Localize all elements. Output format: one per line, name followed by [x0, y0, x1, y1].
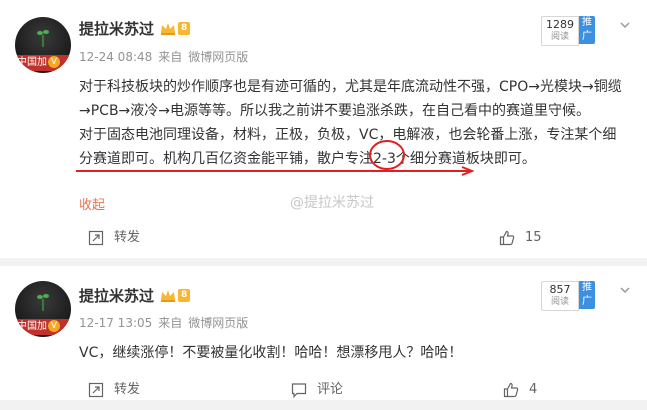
- sprout-icon: [37, 30, 49, 47]
- level-badge[interactable]: 8: [178, 22, 191, 35]
- comment-label: 评论: [317, 382, 344, 397]
- avatar-ribbon: 中国加 V: [15, 55, 71, 71]
- read-count-box: 857 阅读: [541, 281, 579, 311]
- promote-button[interactable]: 推广: [579, 16, 595, 44]
- thumbs-up-icon: [499, 230, 515, 246]
- weibo-post-card: 中国加 V 提拉米苏过 8 12-24 08:48 来自 微博网页版 1289 阅读 …: [0, 0, 647, 258]
- comment-icon: [291, 383, 307, 398]
- like-count: 4: [529, 382, 538, 397]
- action-bar: 转发 评论 4: [0, 370, 647, 410]
- weibo-post-card: 中国加 V 提拉米苏过 8 12-17 13:05 来自 微博网页版 857 阅读 推…: [0, 266, 647, 400]
- post-content: VC，继续涨停！不要被量化收割！哈哈！想漂移甩人？哈哈！: [79, 341, 624, 365]
- post-source[interactable]: 微博网页版: [188, 316, 248, 330]
- source-prefix: 来自: [158, 316, 183, 330]
- repost-button[interactable]: 转发: [88, 380, 158, 400]
- read-count: 857: [549, 283, 571, 296]
- post-source[interactable]: 微博网页版: [188, 50, 248, 64]
- repost-icon: [88, 382, 104, 398]
- post-paragraph: 对于固态电池同理设备，材料，正极，负极，VC，电解液，也会轮番上涨，专注某个细分…: [79, 127, 617, 167]
- username[interactable]: 提拉米苏过: [79, 18, 154, 39]
- level-badge[interactable]: 8: [178, 289, 191, 302]
- avatar-ribbon-text: 中国加: [17, 321, 47, 332]
- post-meta: 12-24 08:48 来自 微博网页版: [79, 48, 254, 65]
- read-count: 1289: [546, 18, 574, 31]
- post-paragraph: VC，继续涨停！不要被量化收割！哈哈！想漂移甩人？哈哈！: [79, 345, 463, 361]
- thumbs-up-icon: [503, 382, 519, 398]
- avatar-ribbon-text: 中国加: [17, 57, 47, 68]
- repost-label: 转发: [114, 230, 141, 245]
- like-count: 15: [525, 230, 542, 245]
- fold-link[interactable]: 收起: [79, 194, 105, 213]
- like-button[interactable]: 15: [499, 228, 559, 248]
- action-bar: 转发 15: [0, 218, 647, 258]
- level-value: 8: [181, 290, 188, 300]
- promote-label: 推广: [582, 282, 592, 307]
- avatar[interactable]: 中国加 V: [15, 17, 71, 73]
- avatar-ribbon: 中国加 V: [15, 319, 71, 335]
- verified-badge-icon: V: [48, 56, 60, 68]
- chevron-down-icon[interactable]: [620, 20, 630, 30]
- promote-label: 推广: [582, 17, 592, 42]
- post-meta: 12-17 13:05 来自 微博网页版: [79, 314, 254, 331]
- username[interactable]: 提拉米苏过: [79, 285, 154, 306]
- comment-button[interactable]: 评论: [291, 380, 361, 400]
- promote-button[interactable]: 推广: [579, 281, 595, 309]
- post-content: 对于科技板块的炒作顺序也是有迹可循的，尤其是年底流动性不强，CPO→光模块→铜缆…: [79, 75, 624, 171]
- like-button[interactable]: 4: [503, 380, 563, 400]
- verified-badge-icon: V: [48, 320, 60, 332]
- repost-button[interactable]: 转发: [88, 228, 158, 248]
- read-label: 阅读: [550, 32, 569, 42]
- watermark: @提拉米苏过: [290, 195, 374, 211]
- repost-label: 转发: [114, 382, 141, 397]
- level-value: 8: [181, 23, 188, 33]
- post-date[interactable]: 12-24 08:48: [79, 50, 152, 64]
- post-paragraph: 对于科技板块的炒作顺序也是有迹可循的，尤其是年底流动性不强，CPO→光模块→铜缆…: [79, 79, 622, 119]
- chevron-down-icon[interactable]: [620, 285, 630, 295]
- read-count-box: 1289 阅读: [541, 16, 579, 46]
- post-date[interactable]: 12-17 13:05: [79, 316, 152, 330]
- crown-icon[interactable]: [160, 22, 176, 35]
- read-label: 阅读: [550, 297, 569, 307]
- crown-icon[interactable]: [160, 289, 176, 302]
- avatar[interactable]: 中国加 V: [15, 281, 71, 337]
- sprout-icon: [37, 294, 49, 311]
- source-prefix: 来自: [158, 50, 183, 64]
- repost-icon: [88, 230, 104, 246]
